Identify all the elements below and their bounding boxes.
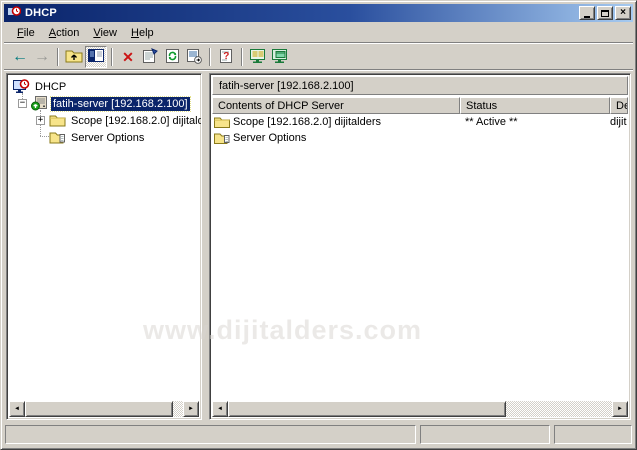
- scroll-right-icon: ►: [188, 406, 194, 412]
- maximize-icon: [601, 10, 609, 17]
- refresh-icon: [164, 48, 181, 67]
- list-row-server-options[interactable]: Server Options: [212, 130, 628, 146]
- menu-action[interactable]: Action: [42, 25, 87, 41]
- tree-item-fatih-server[interactable]: − fatih-server [192.168.2.100]: [9, 95, 199, 112]
- back-arrow-icon: ←: [12, 49, 28, 65]
- export-list-icon: [186, 48, 203, 67]
- dhcp-root-icon: [13, 79, 30, 94]
- tree-horizontal-scrollbar[interactable]: ◄ ►: [9, 401, 199, 417]
- folder-icon: [214, 116, 230, 128]
- result-pane: fatih-server [192.168.2.100] Contents of…: [209, 73, 631, 420]
- expand-expander[interactable]: +: [36, 116, 45, 125]
- list-column-headers: Contents of DHCP Server Status Des: [212, 97, 628, 114]
- folder-options-icon: [49, 130, 66, 145]
- add-server-button[interactable]: [269, 46, 291, 68]
- console-tree-icon: [88, 49, 104, 65]
- tree-item-server-options[interactable]: Server Options: [9, 129, 199, 146]
- scroll-left-button[interactable]: ◄: [212, 401, 228, 417]
- main-area: DHCP − fatih-server [192.168.2.100]: [4, 71, 633, 422]
- properties-icon: [142, 48, 159, 67]
- tree-line: [40, 136, 49, 137]
- column-header-status[interactable]: Status: [460, 97, 610, 114]
- collapse-expander[interactable]: −: [18, 99, 27, 108]
- status-panel-1: [5, 425, 416, 444]
- selected-node-title: fatih-server [192.168.2.100]: [219, 80, 354, 92]
- scroll-right-button[interactable]: ►: [183, 401, 199, 417]
- toolbar-separator: [111, 48, 113, 66]
- column-header-description[interactable]: Des: [610, 97, 628, 114]
- result-pane-banner: fatih-server [192.168.2.100]: [212, 76, 628, 95]
- forward-arrow-icon: →: [34, 49, 50, 65]
- minimize-icon: [584, 16, 590, 18]
- properties-button[interactable]: [139, 46, 161, 68]
- window-title: DHCP: [25, 7, 57, 19]
- folder-options-icon: [214, 132, 230, 144]
- list-body: Scope [192.168.2.0] dijitalders ** Activ…: [212, 114, 628, 401]
- folder-icon: [49, 113, 66, 128]
- scrollbar-thumb[interactable]: [228, 401, 506, 417]
- titlebar[interactable]: DHCP ×: [4, 4, 633, 22]
- up-folder-icon: [65, 48, 83, 66]
- toolbar: ← → ✕: [4, 44, 633, 71]
- close-button[interactable]: ×: [615, 6, 631, 20]
- monitor-window-icon: [271, 48, 289, 67]
- toolbar-separator: [57, 48, 59, 66]
- column-header-contents[interactable]: Contents of DHCP Server: [212, 97, 460, 114]
- console-tree: DHCP − fatih-server [192.168.2.100]: [9, 76, 199, 401]
- list-item-name: Server Options: [233, 132, 306, 144]
- statusbar: [4, 422, 633, 446]
- console-tree-toggle-button[interactable]: [85, 46, 107, 68]
- console-tree-pane: DHCP − fatih-server [192.168.2.100]: [6, 73, 202, 420]
- help-button[interactable]: ?: [215, 46, 237, 68]
- list-item-description: dijit: [610, 116, 628, 128]
- export-list-button[interactable]: [183, 46, 205, 68]
- tree-item-dhcp-root[interactable]: DHCP: [9, 78, 199, 95]
- back-button[interactable]: ←: [9, 46, 31, 68]
- display-statistics-button[interactable]: [247, 46, 269, 68]
- scroll-right-icon: ►: [617, 406, 623, 412]
- svg-text:?: ?: [223, 51, 229, 62]
- delete-x-icon: ✕: [122, 49, 134, 66]
- dhcp-app-icon: [7, 6, 21, 20]
- monitor-book-icon: [249, 48, 267, 67]
- delete-button[interactable]: ✕: [117, 46, 139, 68]
- maximize-button[interactable]: [597, 6, 613, 20]
- scroll-left-icon: ◄: [14, 406, 20, 412]
- toolbar-separator: [209, 48, 211, 66]
- tree-item-label: DHCP: [33, 80, 68, 94]
- scrollbar-thumb[interactable]: [25, 401, 173, 417]
- toolbar-separator: [241, 48, 243, 66]
- close-icon: ×: [620, 8, 626, 18]
- menu-view[interactable]: View: [86, 25, 124, 41]
- dhcp-console-window: DHCP × File Action View Help ← →: [0, 0, 637, 450]
- pane-splitter[interactable]: [202, 73, 209, 420]
- list-item-name: Scope [192.168.2.0] dijitalders: [233, 116, 381, 128]
- list-item-status: ** Active **: [460, 116, 610, 128]
- menu-file[interactable]: File: [10, 25, 42, 41]
- minimize-button[interactable]: [579, 6, 595, 20]
- dhcp-server-icon: [31, 96, 48, 111]
- status-panel-2: [420, 425, 550, 444]
- menubar: File Action View Help: [4, 22, 633, 44]
- status-panel-3: [554, 425, 632, 444]
- scroll-left-button[interactable]: ◄: [9, 401, 25, 417]
- up-one-level-button[interactable]: [63, 46, 85, 68]
- tree-item-label: Scope [192.168.2.0] dijitald: [69, 114, 201, 128]
- tree-item-scope[interactable]: + Scope [192.168.2.0] dijitald: [9, 112, 199, 129]
- list-horizontal-scrollbar[interactable]: ◄ ►: [212, 401, 628, 417]
- list-row-scope[interactable]: Scope [192.168.2.0] dijitalders ** Activ…: [212, 114, 628, 130]
- scroll-right-button[interactable]: ►: [612, 401, 628, 417]
- scroll-left-icon: ◄: [217, 406, 223, 412]
- tree-item-label: fatih-server [192.168.2.100]: [51, 97, 190, 111]
- forward-button[interactable]: →: [31, 46, 53, 68]
- tree-item-label: Server Options: [69, 131, 146, 145]
- help-icon: ?: [218, 48, 235, 67]
- menu-help[interactable]: Help: [124, 25, 161, 41]
- refresh-button[interactable]: [161, 46, 183, 68]
